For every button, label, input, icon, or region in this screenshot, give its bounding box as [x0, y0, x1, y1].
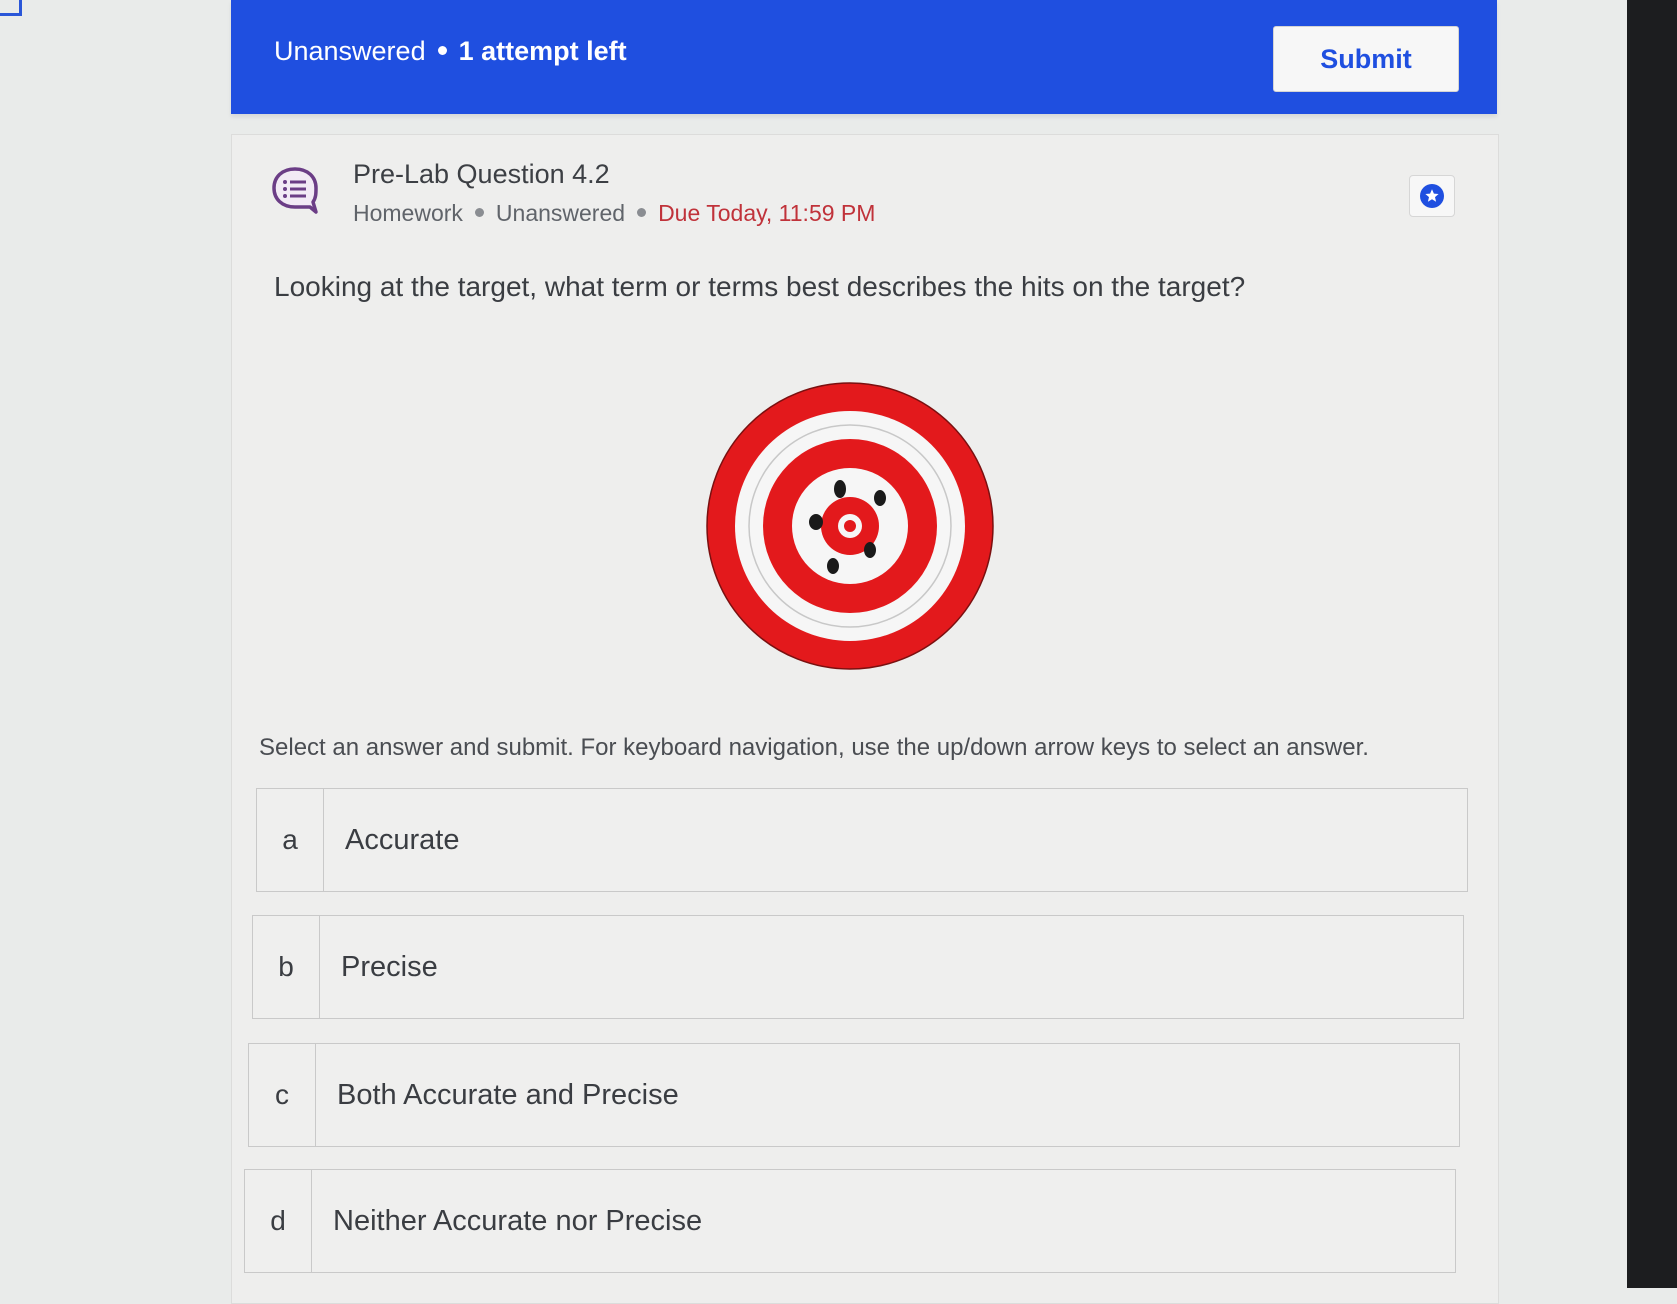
option-label: Neither Accurate nor Precise: [333, 1204, 703, 1237]
option-label: Accurate: [345, 823, 460, 856]
meta-dot: [637, 208, 647, 218]
answer-option-b[interactable]: b Precise: [252, 915, 1464, 1019]
meta-dot: [474, 208, 484, 218]
answer-state: Unanswered: [274, 36, 426, 66]
status-bar: Unanswered 1 attempt left Submit: [231, 0, 1497, 114]
option-letter: a: [257, 789, 324, 891]
question-chat-icon: [272, 167, 318, 214]
bookmark-button[interactable]: [1409, 175, 1455, 217]
option-label: Precise: [341, 950, 438, 983]
submit-button[interactable]: Submit: [1273, 26, 1459, 92]
answer-option-d[interactable]: d Neither Accurate nor Precise: [244, 1169, 1456, 1273]
target-image: [706, 382, 994, 670]
answer-option-c[interactable]: c Both Accurate and Precise: [248, 1043, 1460, 1147]
option-letter: b: [253, 916, 320, 1018]
question-prompt: Looking at the target, what term or term…: [274, 271, 1246, 302]
option-label: Both Accurate and Precise: [337, 1078, 679, 1111]
option-letter: c: [249, 1044, 316, 1146]
option-letter: d: [245, 1170, 312, 1272]
left-edge-marker: [0, 0, 22, 16]
question-status: Unanswered: [495, 200, 626, 226]
answer-option-a[interactable]: a Accurate: [256, 788, 1468, 892]
answer-instructions: Select an answer and submit. For keyboar…: [259, 734, 1369, 761]
assignment-type: Homework: [353, 200, 463, 226]
due-date: Due Today, 11:59 PM: [658, 200, 876, 226]
question-card: Pre-Lab Question 4.2 Homework Unanswered D…: [231, 134, 1499, 1304]
star-icon: [1420, 184, 1444, 208]
screen-bezel: [1627, 0, 1677, 1288]
question-meta: Homework Unanswered Due Today, 11:59 PM: [353, 200, 875, 227]
status-text: Unanswered 1 attempt left: [274, 36, 627, 67]
separator-dot: [437, 46, 447, 56]
attempts-left: 1 attempt left: [458, 36, 627, 66]
question-title: Pre-Lab Question 4.2: [353, 159, 610, 189]
